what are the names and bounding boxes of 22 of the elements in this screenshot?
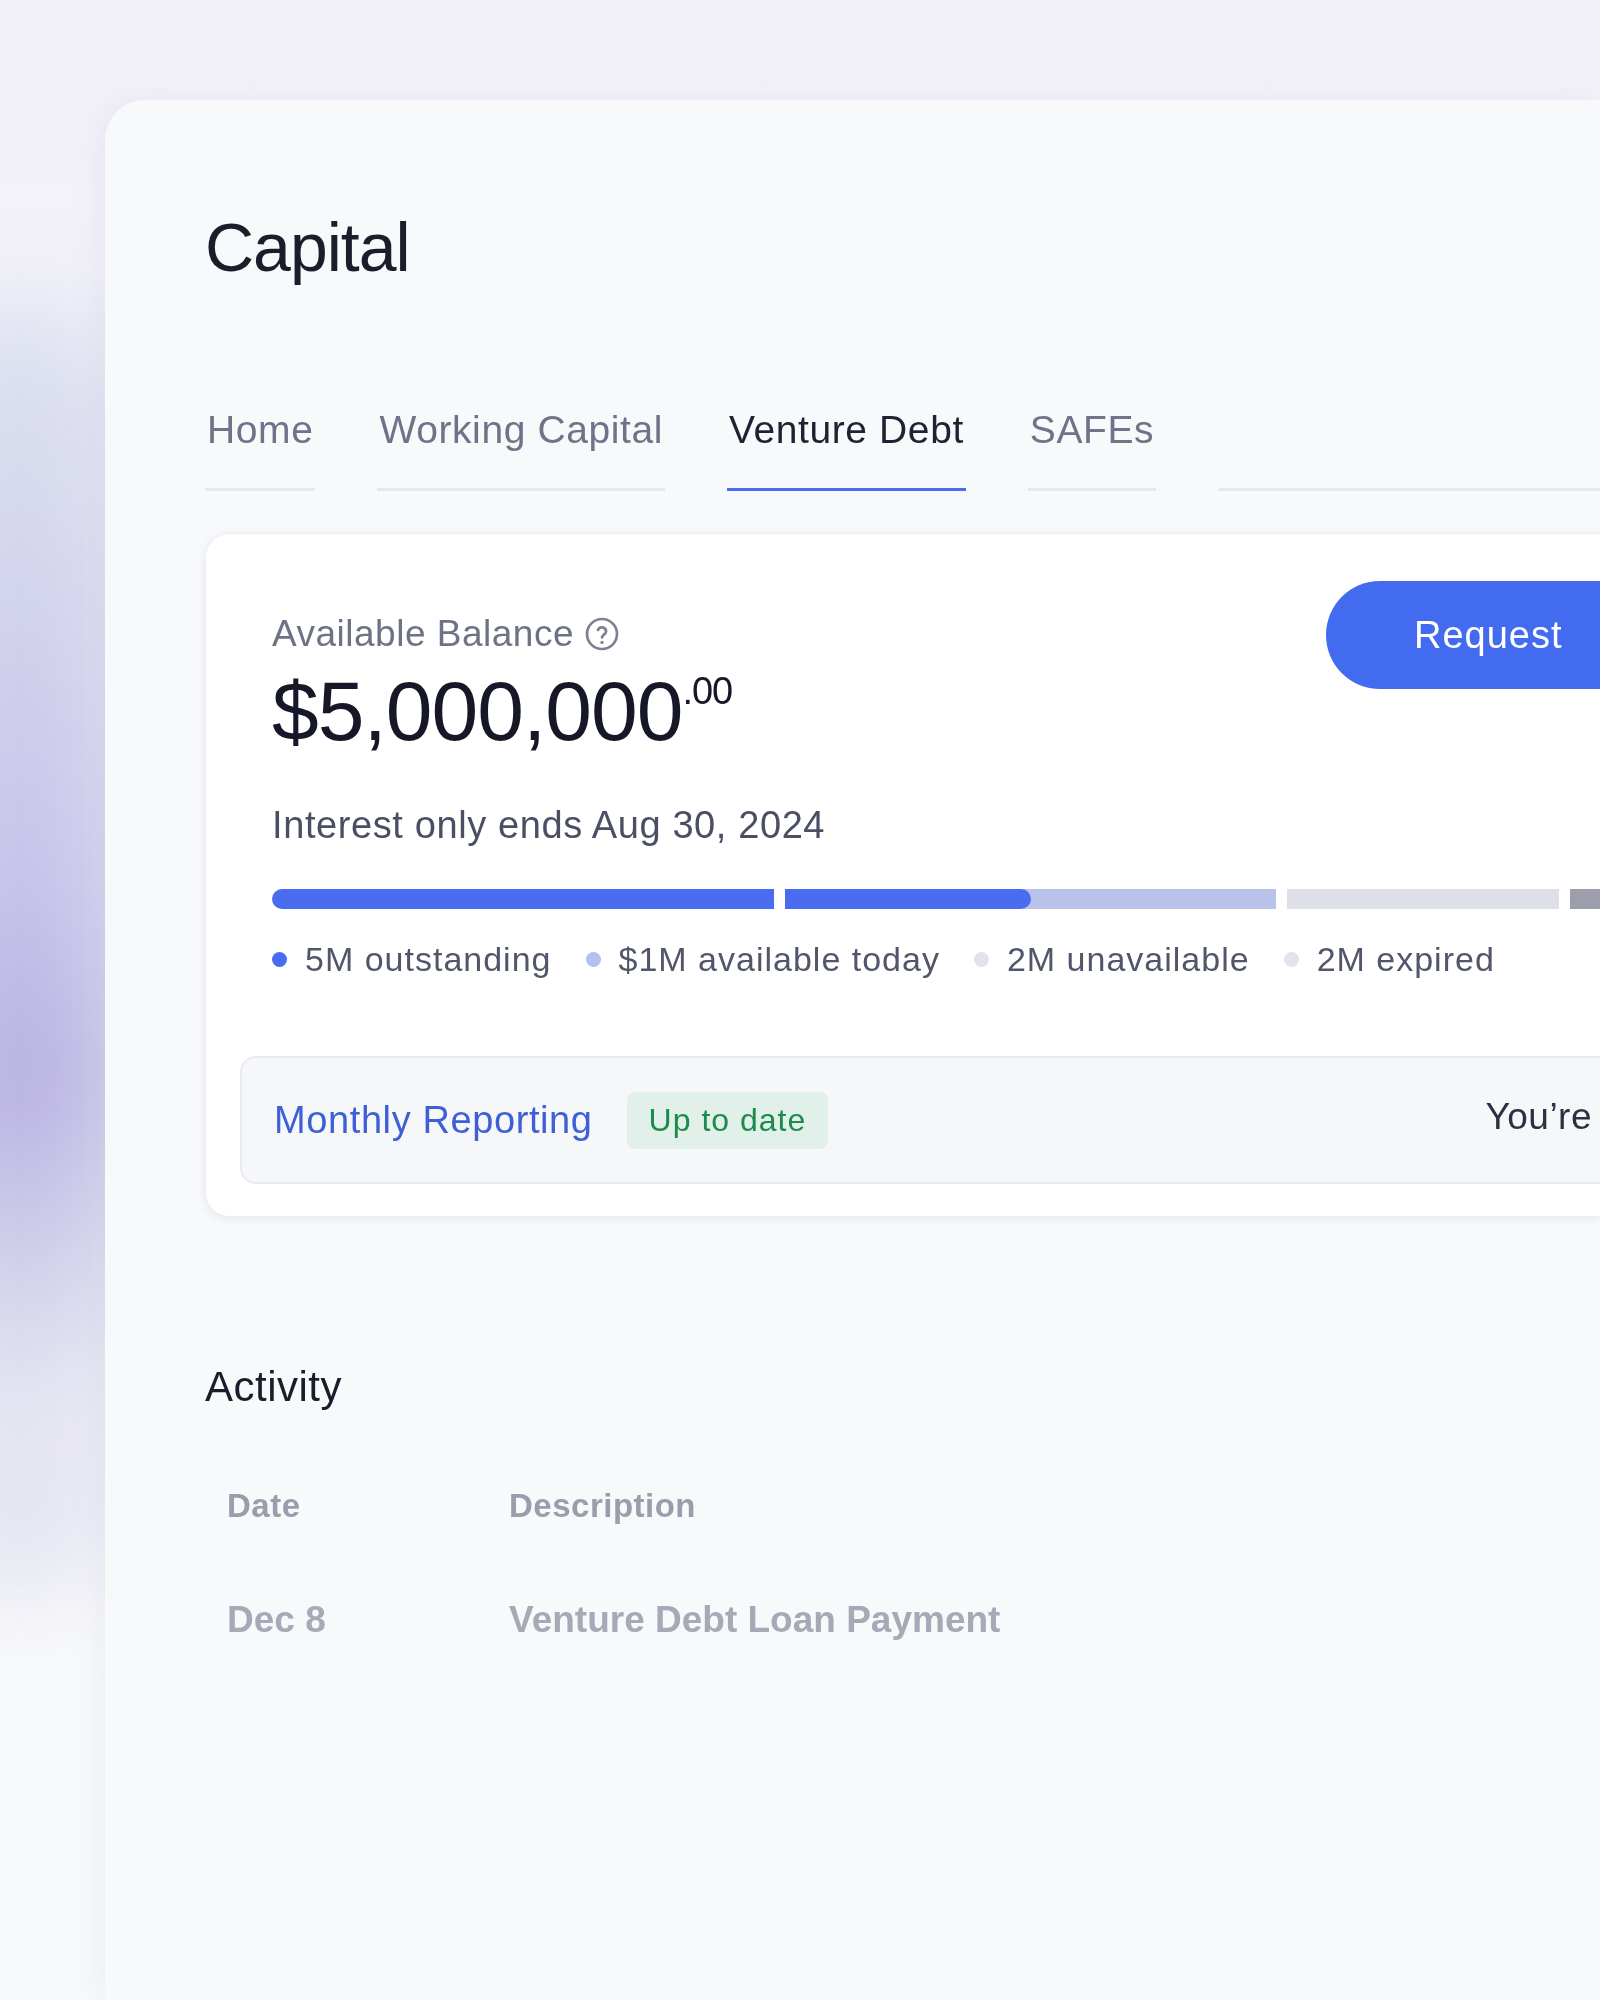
activity-heading: Activity [205,1363,343,1411]
status-badge: Up to date [626,1091,829,1149]
reporting-message: You’re [1485,1096,1592,1138]
legend-label: 2M expired [1316,940,1495,979]
column-header: Description [509,1487,697,1525]
balance-label: Available Balance [272,613,574,655]
balance-amount: $5,000,000$^{.00}$ [272,663,733,760]
tab[interactable]: SAFEs [1027,408,1157,491]
tab[interactable]: Venture Debt [727,408,966,491]
legend-label: 2M unavailable [1006,940,1250,979]
legend-label: 5M outstanding [305,940,552,979]
column-header: Date [227,1487,302,1525]
interest-note: Interest only ends Aug 30, 2024 [272,804,827,847]
monthly-reporting-link[interactable]: Monthly Reporting [274,1098,593,1142]
table-cell: Venture Debt Loan Payment [509,1599,1001,1641]
table-cell-text: Dec 8 [227,1599,327,1641]
legend-label: $1M available today [618,940,940,979]
page-title: Capital [205,208,411,284]
request-button[interactable]: Request [1326,581,1600,689]
tab[interactable]: Home [205,408,316,491]
help-icon[interactable] [584,616,620,652]
tab[interactable]: Working Capital [377,408,665,491]
